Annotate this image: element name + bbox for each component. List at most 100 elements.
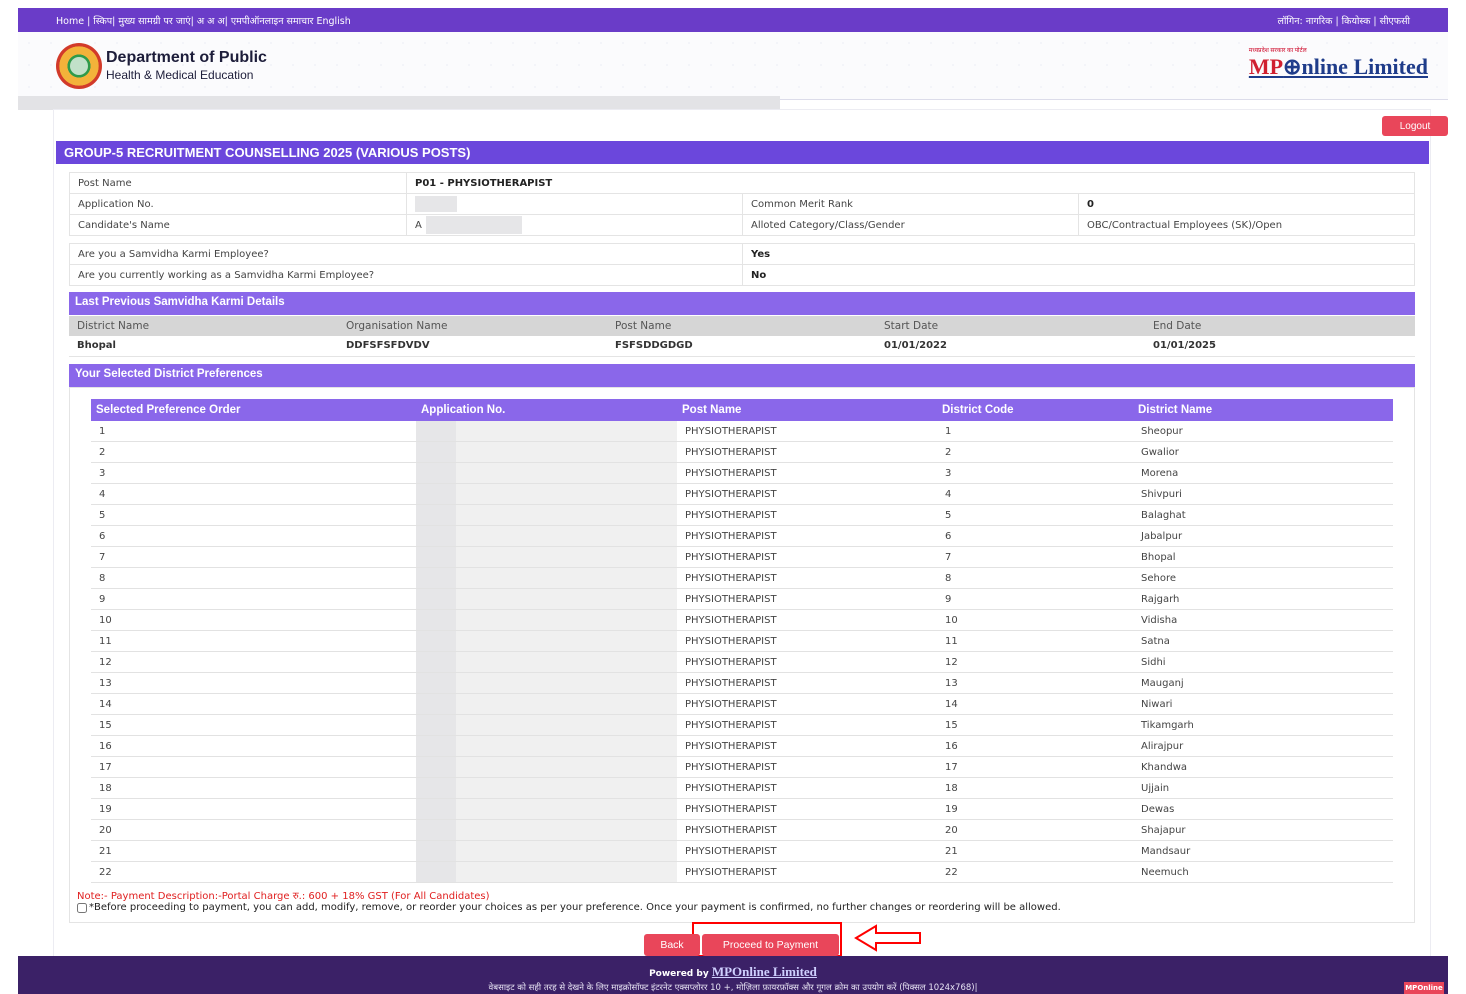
samvidha-q1-label: Are you a Samvidha Karmi Employee? bbox=[69, 243, 743, 265]
table-cell: 6 bbox=[91, 525, 416, 548]
table-cell: PHYSIOTHERAPIST bbox=[677, 546, 937, 569]
logout-button[interactable]: Logout bbox=[1382, 116, 1448, 136]
table-cell: Alirajpur bbox=[1133, 735, 1393, 758]
table-header-row: Selected Preference Order Application No… bbox=[91, 399, 1393, 421]
table-cell: 15 bbox=[91, 714, 416, 737]
table-cell: PHYSIOTHERAPIST bbox=[677, 840, 937, 863]
redacted-box bbox=[416, 715, 456, 736]
table-row: Candidate's Name A Alloted Category/Clas… bbox=[69, 214, 1415, 236]
samvidha-q1-value: Yes bbox=[742, 243, 1415, 265]
preferences-table: Selected Preference Order Application No… bbox=[91, 399, 1393, 884]
table-cell: 19 bbox=[937, 798, 1133, 821]
table-cell: Vidisha bbox=[1133, 609, 1393, 632]
site-header: Department of Public Health & Medical Ed… bbox=[18, 32, 1448, 100]
redacted-box bbox=[416, 421, 456, 442]
table-cell bbox=[416, 441, 677, 464]
redacted-box bbox=[416, 505, 456, 526]
table-cell: 17 bbox=[937, 756, 1133, 779]
table-cell: 21 bbox=[937, 840, 1133, 863]
redacted-box bbox=[416, 820, 456, 841]
table-cell: 10 bbox=[937, 609, 1133, 632]
table-row: 20 PHYSIOTHERAPIST 20 Shajapur bbox=[91, 819, 1393, 842]
table-cell: 13 bbox=[91, 672, 416, 695]
table-cell: 11 bbox=[937, 630, 1133, 653]
table-cell: 8 bbox=[91, 567, 416, 590]
table-cell: 10 bbox=[91, 609, 416, 632]
table-cell: 3 bbox=[937, 462, 1133, 485]
table-cell: Rajgarh bbox=[1133, 588, 1393, 611]
table-cell: PHYSIOTHERAPIST bbox=[677, 504, 937, 527]
table-cell bbox=[416, 861, 677, 884]
table-cell: PHYSIOTHERAPIST bbox=[677, 441, 937, 464]
header-grey-strip bbox=[18, 96, 780, 110]
table-cell: Jabalpur bbox=[1133, 525, 1393, 548]
table-cell: 7 bbox=[937, 546, 1133, 569]
table-cell: PHYSIOTHERAPIST bbox=[677, 483, 937, 506]
table-row: 3 PHYSIOTHERAPIST 3 Morena bbox=[91, 462, 1393, 485]
table-row: 8 PHYSIOTHERAPIST 8 Sehore bbox=[91, 567, 1393, 590]
last-previous-title: Last Previous Samvidha Karmi Details bbox=[69, 292, 1415, 315]
table-row: Bhopal DDFSFSFDVDV FSFSDDGDGD 01/01/2022… bbox=[69, 336, 1415, 357]
table-row: 2 PHYSIOTHERAPIST 2 Gwalior bbox=[91, 441, 1393, 464]
table-cell bbox=[416, 504, 677, 527]
table-cell: PHYSIOTHERAPIST bbox=[677, 798, 937, 821]
table-row: Are you currently working as a Samvidha … bbox=[69, 264, 1415, 286]
top-nav-left-links[interactable]: Home | स्किप| मुख्य सामग्री पर जाएं| अ अ… bbox=[56, 14, 351, 27]
post-name-value: P01 - PHYSIOTHERAPIST bbox=[406, 172, 1415, 194]
table-cell: 5 bbox=[937, 504, 1133, 527]
table-row: Post Name P01 - PHYSIOTHERAPIST bbox=[69, 172, 1415, 194]
browser-compatibility-text: वेबसाइट को सही तरह से देखने के लिए माइक्… bbox=[488, 983, 978, 993]
redacted-box bbox=[416, 547, 456, 568]
table-cell bbox=[416, 421, 677, 443]
table-cell: 9 bbox=[937, 588, 1133, 611]
proceed-to-payment-button[interactable]: Proceed to Payment bbox=[702, 934, 839, 956]
table-row: 9 PHYSIOTHERAPIST 9 Rajgarh bbox=[91, 588, 1393, 611]
table-cell: 1 bbox=[91, 421, 416, 443]
samvidha-q2-label: Are you currently working as a Samvidha … bbox=[69, 264, 743, 286]
common-merit-rank-label: Common Merit Rank bbox=[742, 193, 1079, 215]
table-cell: Ujjain bbox=[1133, 777, 1393, 800]
table-cell: 18 bbox=[91, 777, 416, 800]
footer-brand[interactable]: MPOnline Limited bbox=[712, 964, 817, 979]
mponline-badge[interactable]: MPOnline bbox=[1404, 982, 1444, 994]
table-cell: Shivpuri bbox=[1133, 483, 1393, 506]
table-cell: 13 bbox=[937, 672, 1133, 695]
table-row: 21 PHYSIOTHERAPIST 21 Mandsaur bbox=[91, 840, 1393, 863]
table-cell: PHYSIOTHERAPIST bbox=[677, 693, 937, 716]
table-cell: PHYSIOTHERAPIST bbox=[677, 735, 937, 758]
department-logo-icon bbox=[56, 43, 102, 89]
back-button[interactable]: Back bbox=[644, 934, 700, 956]
table-cell: 11 bbox=[91, 630, 416, 653]
table-cell: FSFSDDGDGD bbox=[607, 336, 876, 357]
redacted-box bbox=[416, 463, 456, 484]
table-cell: PHYSIOTHERAPIST bbox=[677, 588, 937, 611]
table-cell: 8 bbox=[937, 567, 1133, 590]
department-title-line1: Department of Public bbox=[106, 49, 267, 66]
redacted-box bbox=[416, 736, 456, 757]
table-row: 4 PHYSIOTHERAPIST 4 Shivpuri bbox=[91, 483, 1393, 506]
common-merit-rank-value: 0 bbox=[1078, 193, 1415, 215]
redacted-box bbox=[416, 568, 456, 589]
table-cell: PHYSIOTHERAPIST bbox=[677, 525, 937, 548]
table-cell bbox=[416, 630, 677, 653]
table-cell: 5 bbox=[91, 504, 416, 527]
redacted-box bbox=[416, 631, 456, 652]
column-header: Start Date bbox=[876, 316, 1145, 336]
confirm-checkbox[interactable] bbox=[77, 902, 87, 913]
table-cell: Gwalior bbox=[1133, 441, 1393, 464]
redacted-box bbox=[416, 589, 456, 610]
table-cell: 19 bbox=[91, 798, 416, 821]
redacted-box bbox=[415, 196, 457, 212]
table-cell: 15 bbox=[937, 714, 1133, 737]
post-name-label: Post Name bbox=[69, 172, 407, 194]
table-row: 16 PHYSIOTHERAPIST 16 Alirajpur bbox=[91, 735, 1393, 758]
table-cell: 16 bbox=[91, 735, 416, 758]
table-cell: 9 bbox=[91, 588, 416, 611]
column-header: Selected Preference Order bbox=[91, 399, 416, 421]
table-cell: PHYSIOTHERAPIST bbox=[677, 861, 937, 884]
table-cell bbox=[416, 777, 677, 800]
table-row: Are you a Samvidha Karmi Employee? Yes bbox=[69, 243, 1415, 265]
top-nav-right-links[interactable]: लॉगिन: नागरिक | कियोस्क | सीएफसी bbox=[1278, 14, 1410, 27]
column-header: End Date bbox=[1145, 316, 1415, 336]
confirm-text: *Before proceeding to payment, you can a… bbox=[89, 902, 1061, 913]
